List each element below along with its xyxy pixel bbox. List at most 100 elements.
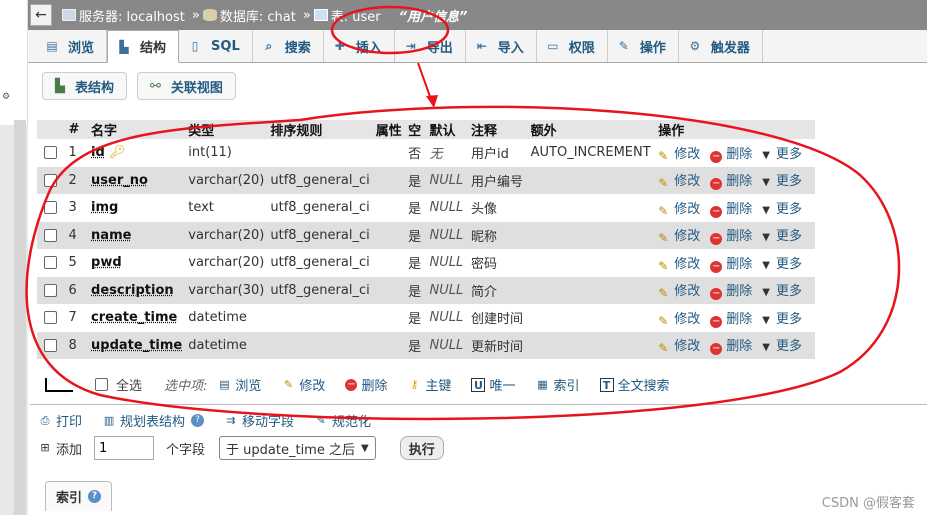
delete-link[interactable]: − 删除 <box>710 229 752 246</box>
bulk-fulltext-button[interactable]: T 全文搜索 <box>599 375 670 394</box>
tab-triggers[interactable]: ⚙ 触发器 <box>679 30 763 62</box>
add-label: 添加 <box>56 442 83 458</box>
tab-import[interactable]: ⇤ 导入 <box>466 30 537 62</box>
more-dropdown[interactable]: ▼ 更多 <box>762 339 802 354</box>
print-link[interactable]: ⎙ 打印 <box>38 411 83 431</box>
row-checkbox-cell <box>37 194 66 222</box>
tab-privileges[interactable]: ▭ 权限 <box>537 30 608 62</box>
delete-link[interactable]: − 删除 <box>710 257 752 273</box>
more-dropdown[interactable]: ▼ 更多 <box>762 174 802 189</box>
breadcrumb-bar: ← 服务器: localhost » 数据库: chat » 表: user “… <box>28 0 927 30</box>
settings-icon[interactable]: ⚙ <box>2 92 10 102</box>
row-num: 3 <box>65 194 89 222</box>
tab-operations[interactable]: ✎ 操作 <box>608 30 679 62</box>
row-actions: ✎ 修改 − 删除 ▼ 更多 <box>655 166 815 194</box>
help-icon[interactable]: ? <box>88 490 102 503</box>
field-name[interactable]: img <box>91 200 118 215</box>
header-comment[interactable]: 注释 <box>468 120 528 139</box>
header-type[interactable]: 类型 <box>185 120 268 139</box>
header-extra[interactable]: 额外 <box>527 120 656 139</box>
left-scrollbar[interactable] <box>14 120 26 515</box>
select-all-label[interactable]: 全选 <box>116 375 142 394</box>
row-checkbox[interactable] <box>44 283 57 297</box>
row-checkbox[interactable] <box>44 173 57 187</box>
header-attributes[interactable]: 属性 <box>372 120 406 139</box>
row-checkbox-cell <box>37 221 66 249</box>
field-name[interactable]: description <box>91 283 174 298</box>
edit-link[interactable]: ✎ 修改 <box>658 147 700 163</box>
delete-link[interactable]: − 删除 <box>710 312 752 328</box>
row-checkbox[interactable] <box>44 201 57 215</box>
tab-browse[interactable]: ▤ 浏览 <box>36 30 108 62</box>
edit-link[interactable]: ✎ 修改 <box>658 339 700 355</box>
delete-link[interactable]: − 删除 <box>710 202 752 218</box>
bulk-unique-button[interactable]: U 唯一 <box>471 375 515 394</box>
row-comment: 昵称 <box>468 221 528 249</box>
execute-button[interactable]: 执行 <box>399 436 444 460</box>
delete-link[interactable]: − 删除 <box>710 147 752 163</box>
field-name[interactable]: create_time <box>91 310 177 325</box>
edit-link[interactable]: ✎ 修改 <box>658 229 700 245</box>
move-columns-link[interactable]: ⇉ 移动字段 <box>224 411 294 431</box>
breadcrumb-server[interactable]: 服务器: localhost <box>62 6 185 25</box>
field-name[interactable]: update_time <box>91 338 182 353</box>
header-collation[interactable]: 排序规则 <box>267 120 373 139</box>
row-collation: utf8_general_ci <box>267 249 373 277</box>
row-num: 4 <box>65 221 89 249</box>
index-section-tab[interactable]: 索引? <box>45 481 113 511</box>
header-null[interactable]: 空 <box>405 120 427 139</box>
row-name-cell: description <box>88 276 186 304</box>
subtab-table-structure[interactable]: ▙ 表结构 <box>42 72 128 100</box>
edit-link[interactable]: ✎ 修改 <box>658 312 700 328</box>
row-checkbox[interactable] <box>44 256 57 270</box>
add-count-input[interactable] <box>94 436 155 460</box>
more-dropdown[interactable]: ▼ 更多 <box>762 229 802 244</box>
row-checkbox[interactable] <box>44 338 57 352</box>
tab-structure[interactable]: ▙ 结构 <box>107 30 180 63</box>
select-all-checkbox[interactable] <box>95 378 108 391</box>
header-default[interactable]: 默认 <box>426 120 469 139</box>
row-checkbox[interactable] <box>44 146 57 160</box>
bulk-edit-button[interactable]: ✎ 修改 <box>281 375 326 395</box>
tab-export[interactable]: ⇥ 导出 <box>395 30 466 62</box>
subtab-relation-view[interactable]: ⚯ 关联视图 <box>137 72 236 100</box>
fulltext-icon: T <box>599 377 614 392</box>
tab-insert[interactable]: ✚ 插入 <box>324 30 395 62</box>
tab-search[interactable]: ⌕ 搜索 <box>253 30 324 62</box>
breadcrumb-separator: » <box>302 7 311 23</box>
edit-link[interactable]: ✎ 修改 <box>658 257 700 273</box>
breadcrumb-table[interactable]: 表: user <box>313 6 381 25</box>
propose-structure-link[interactable]: ▥ 规划表结构? <box>102 411 205 430</box>
edit-link[interactable]: ✎ 修改 <box>658 284 700 300</box>
row-checkbox[interactable] <box>44 228 57 242</box>
tab-label: 插入 <box>355 40 382 56</box>
header-name[interactable]: 名字 <box>88 120 186 139</box>
print-label: 打印 <box>56 415 83 430</box>
breadcrumb-database[interactable]: 数据库: chat <box>202 6 296 25</box>
field-name[interactable]: name <box>91 228 131 243</box>
bulk-index-button[interactable]: ▦ 索引 <box>535 375 579 395</box>
tab-sql[interactable]: ▯ SQL <box>179 30 253 62</box>
delete-link[interactable]: − 删除 <box>710 174 752 191</box>
field-name[interactable]: user_no <box>91 173 148 188</box>
edit-link[interactable]: ✎ 修改 <box>658 174 700 190</box>
more-dropdown[interactable]: ▼ 更多 <box>762 202 802 217</box>
back-arrow-icon[interactable]: ← <box>30 4 52 26</box>
delete-link[interactable]: − 删除 <box>710 339 752 356</box>
position-select[interactable]: 于 update_time 之后 ▼ <box>219 436 376 460</box>
bulk-browse-button[interactable]: ▤ 浏览 <box>217 375 261 395</box>
row-checkbox[interactable] <box>44 311 57 325</box>
field-name[interactable]: pwd <box>91 255 122 270</box>
help-icon[interactable]: ? <box>191 414 205 427</box>
more-dropdown[interactable]: ▼ 更多 <box>762 284 802 299</box>
edit-link[interactable]: ✎ 修改 <box>658 202 700 218</box>
bulk-primary-button[interactable]: ⚷ 主键 <box>407 375 451 395</box>
more-dropdown[interactable]: ▼ 更多 <box>762 257 802 272</box>
bulk-delete-button[interactable]: − 删除 <box>345 375 387 394</box>
delete-link[interactable]: − 删除 <box>710 284 752 301</box>
server-label: 服务器: localhost <box>79 9 185 25</box>
field-name[interactable]: id <box>91 145 105 160</box>
more-dropdown[interactable]: ▼ 更多 <box>762 312 802 327</box>
normalize-link[interactable]: ✎ 规范化 <box>314 411 371 431</box>
more-dropdown[interactable]: ▼ 更多 <box>762 147 802 162</box>
